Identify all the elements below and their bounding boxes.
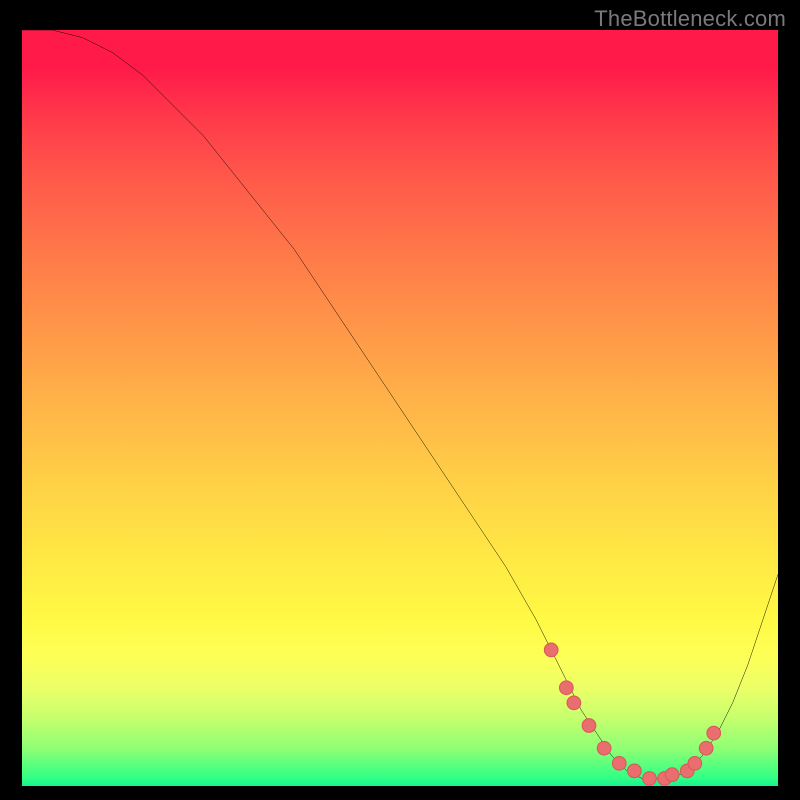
plot-area (22, 30, 778, 786)
highlight-dot (699, 741, 713, 755)
highlight-dot (560, 681, 574, 695)
bottleneck-curve (22, 30, 778, 778)
chart-frame: TheBottleneck.com (0, 0, 800, 800)
highlight-dot (544, 643, 558, 657)
highlight-dot (665, 768, 679, 782)
highlight-dot (612, 757, 626, 771)
highlight-dot (628, 764, 642, 778)
highlight-dot (643, 772, 657, 786)
highlight-dot (567, 696, 581, 710)
curve-svg (22, 30, 778, 786)
highlight-dot (688, 757, 702, 771)
watermark-text: TheBottleneck.com (594, 6, 786, 32)
highlight-markers (544, 643, 720, 785)
highlight-dot (707, 726, 721, 740)
highlight-dot (582, 719, 596, 733)
highlight-dot (597, 741, 611, 755)
